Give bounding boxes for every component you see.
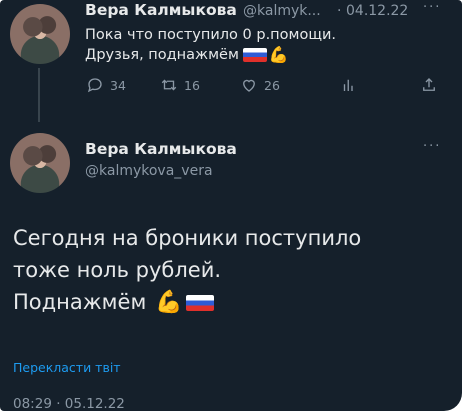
flexed-biceps-icon: 💪 xyxy=(268,45,289,64)
more-options-icon[interactable]: ··· xyxy=(423,139,441,154)
like-count: 26 xyxy=(264,77,280,93)
tweet-thread: Вера Калмыкова @kalmyk... · 04.12.22 ···… xyxy=(0,0,462,411)
russian-flag-icon xyxy=(186,295,215,311)
author-handle[interactable]: @kalmykova_vera xyxy=(85,163,213,179)
translate-tweet-link[interactable]: Перекласти твіт xyxy=(13,360,121,375)
stats-button[interactable] xyxy=(340,76,358,94)
like-icon xyxy=(243,79,255,92)
separator-dot: · xyxy=(337,3,342,19)
author-handle[interactable]: @kalmyk... xyxy=(243,3,321,19)
flexed-biceps-icon: 💪 xyxy=(154,290,183,315)
avatar[interactable] xyxy=(10,133,70,193)
share-icon xyxy=(423,78,435,91)
tweet-date[interactable]: 04.12.22 xyxy=(346,3,408,19)
russian-flag-icon xyxy=(242,48,267,62)
author-name[interactable]: Вера Калмыкова xyxy=(85,1,237,19)
tweet-text-line: Сегодня на броники поступило xyxy=(13,226,362,250)
stats-icon xyxy=(343,79,353,91)
more-options-icon[interactable]: ··· xyxy=(423,0,441,15)
tweet-text-line-with-emoji: Друзья, поднажмём 💪 xyxy=(85,45,336,65)
tweet-text-line: Поднажмём xyxy=(13,290,147,314)
retweet-button[interactable]: 16 xyxy=(160,76,200,94)
tweet-timestamp[interactable]: 08:29 · 05.12.22 xyxy=(13,396,125,411)
retweet-icon xyxy=(161,79,177,91)
tweet-text: Сегодня на броники поступило тоже ноль р… xyxy=(13,222,361,319)
tweet-text-line-with-emoji: Поднажмём 💪 xyxy=(13,286,361,319)
share-button[interactable] xyxy=(420,76,438,94)
like-button[interactable]: 26 xyxy=(240,76,280,94)
retweet-count: 16 xyxy=(184,77,200,93)
reply-count: 34 xyxy=(110,77,126,93)
tweet-text: Пока что поступило 0 р.помощи. Друзья, п… xyxy=(85,25,336,65)
reply-button[interactable]: 34 xyxy=(86,76,126,94)
tweet-text-line: Пока что поступило 0 р.помощи. xyxy=(85,27,337,43)
reply-icon xyxy=(87,78,102,93)
tweet-text-line: Друзья, поднажмём xyxy=(85,47,239,63)
author-name[interactable]: Вера Калмыкова xyxy=(85,140,237,158)
tweet-text-line: тоже ноль рублей. xyxy=(13,258,222,282)
avatar[interactable] xyxy=(10,4,70,64)
thread-connector-line xyxy=(38,68,40,122)
